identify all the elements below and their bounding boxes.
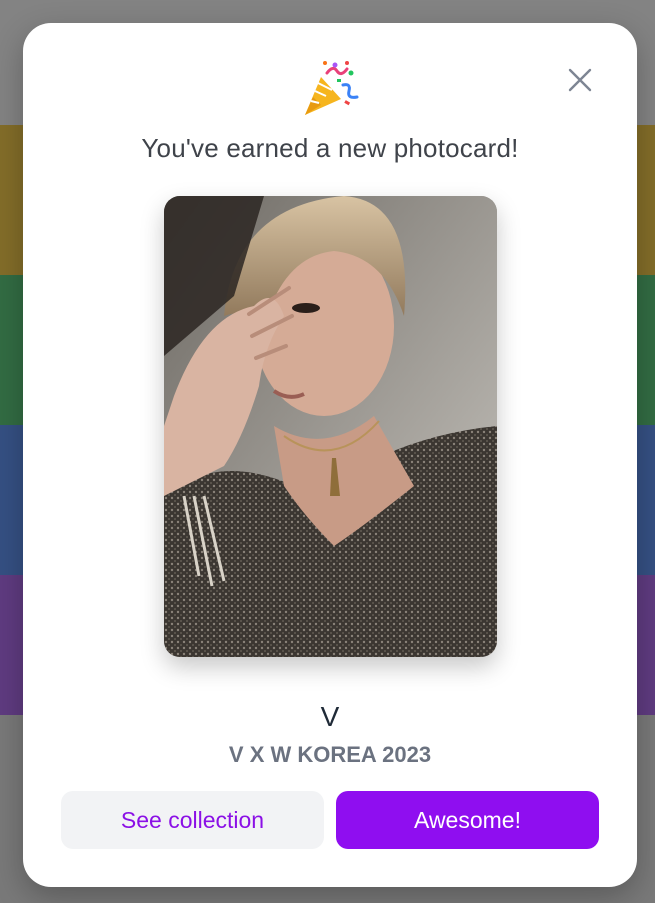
- awesome-button[interactable]: Awesome!: [336, 791, 599, 849]
- modal-title: You've earned a new photocard!: [141, 133, 519, 163]
- party-popper-icon: [299, 59, 359, 119]
- close-button[interactable]: [565, 65, 595, 95]
- photocard-member-name: V: [320, 701, 340, 732]
- close-icon: [568, 68, 592, 92]
- photocard-image: [164, 196, 497, 657]
- photocard-set-name: V X W KOREA 2023: [228, 742, 432, 767]
- photocard-reward-modal: You've earned a new photocard! V V X W K…: [23, 23, 637, 887]
- see-collection-button[interactable]: See collection: [61, 791, 324, 849]
